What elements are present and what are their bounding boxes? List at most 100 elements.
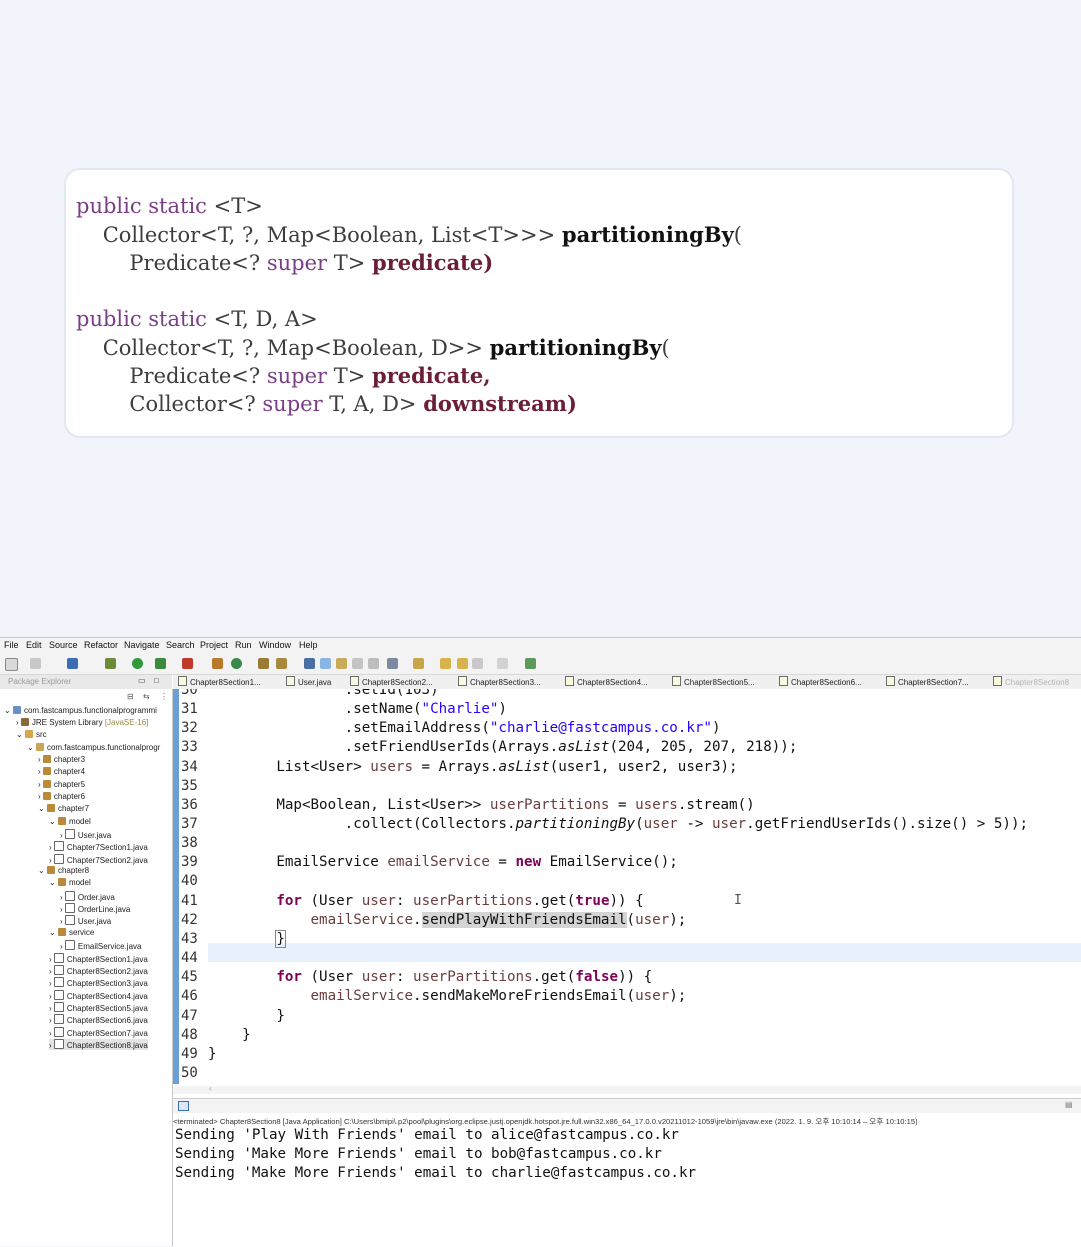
new-class-icon[interactable] bbox=[231, 658, 242, 669]
return-type: Collector<T, ?, Map<Boolean, D>> bbox=[76, 336, 490, 360]
tab-chapter8section3[interactable]: Chapter8Section3... bbox=[458, 676, 541, 687]
tab-chapter8section4[interactable]: Chapter8Section4... bbox=[565, 676, 648, 687]
tree-emailservice[interactable]: › EmailService.java bbox=[60, 940, 141, 951]
tree-chapter7[interactable]: ⌄ chapter7 bbox=[38, 804, 89, 813]
code-text: } bbox=[276, 1008, 285, 1024]
terminal-icon[interactable] bbox=[67, 658, 78, 669]
tab-chapter8section7[interactable]: Chapter8Section7... bbox=[886, 676, 969, 687]
view-menu-icon[interactable]: ⋮ bbox=[160, 692, 168, 701]
external-tools-icon[interactable] bbox=[182, 658, 193, 669]
tree-service[interactable]: ⌄ service bbox=[49, 928, 94, 937]
tree-chapter6[interactable]: › chapter6 bbox=[38, 792, 85, 801]
menu-window[interactable]: Window bbox=[259, 640, 291, 650]
menu-search[interactable]: Search bbox=[166, 640, 195, 650]
minimize-icon[interactable]: ▭ bbox=[138, 676, 146, 685]
coverage-icon[interactable] bbox=[155, 658, 166, 669]
pilcrow-icon[interactable] bbox=[368, 658, 379, 669]
tree-chapter8section5[interactable]: › Chapter8Section5.java bbox=[49, 1002, 148, 1013]
tree-chapter8section2[interactable]: › Chapter8Section2.java bbox=[49, 965, 148, 976]
tab-chapter8section5[interactable]: Chapter8Section5... bbox=[672, 676, 755, 687]
library-icon bbox=[20, 718, 29, 726]
maximize-icon[interactable]: □ bbox=[154, 676, 159, 685]
menu-edit[interactable]: Edit bbox=[26, 640, 42, 650]
tree-chapter8-user[interactable]: › User.java bbox=[60, 915, 111, 926]
mark-occurrences-icon[interactable] bbox=[320, 658, 331, 669]
tree-src[interactable]: ⌄ src bbox=[16, 730, 47, 739]
prev-annotation-icon[interactable] bbox=[413, 658, 424, 669]
run-icon[interactable] bbox=[132, 658, 143, 669]
tree-root-package[interactable]: ⌄ com.fastcampus.functionalprogr bbox=[27, 743, 160, 752]
tree-project[interactable]: ⌄ com.fastcampus.functionalprogrammi bbox=[4, 706, 157, 715]
tree-chapter8-model[interactable]: ⌄ model bbox=[49, 878, 91, 887]
menu-navigate[interactable]: Navigate bbox=[124, 640, 160, 650]
console-header: ▤ bbox=[173, 1099, 1081, 1113]
tab-user[interactable]: User.java bbox=[286, 676, 331, 687]
whitespace-icon[interactable] bbox=[352, 658, 363, 669]
next-annotation-icon[interactable] bbox=[387, 658, 398, 669]
code-text: .setName( bbox=[208, 701, 422, 717]
line-number: 30 bbox=[181, 689, 198, 698]
tree-chapter8section3[interactable]: › Chapter8Section3.java bbox=[49, 977, 148, 988]
tree-chapter8[interactable]: ⌄ chapter8 bbox=[38, 866, 89, 875]
java-file-icon bbox=[64, 915, 75, 925]
tree-chapter3[interactable]: › chapter3 bbox=[38, 755, 85, 764]
tree-chapter8section1[interactable]: › Chapter8Section1.java bbox=[49, 953, 148, 964]
collapse-all-icon[interactable]: ⊟ bbox=[127, 692, 134, 701]
line-number: 41 bbox=[181, 893, 198, 909]
keyword: new bbox=[515, 854, 542, 870]
tree-chapter8section4[interactable]: › Chapter8Section4.java bbox=[49, 990, 148, 1001]
tree-chapter8section6[interactable]: › Chapter8Section6.java bbox=[49, 1014, 148, 1025]
menu-source[interactable]: Source bbox=[49, 640, 78, 650]
menu-help[interactable]: Help bbox=[299, 640, 318, 650]
scroll-left-icon[interactable]: ‹ bbox=[209, 1084, 212, 1093]
horizontal-scrollbar[interactable]: ‹ bbox=[173, 1084, 1081, 1094]
nav-back-icon[interactable] bbox=[472, 658, 483, 669]
code-text: } bbox=[208, 1046, 217, 1062]
tree-orderline[interactable]: › OrderLine.java bbox=[60, 903, 130, 914]
code-editor[interactable]: 30 31 32 33 34 35 36 37 38 39 40 41 42 4… bbox=[173, 689, 1081, 1089]
new-icon[interactable] bbox=[5, 658, 18, 671]
tree-chapter7section1[interactable]: › Chapter7Section1.java bbox=[49, 841, 148, 852]
debug-icon[interactable] bbox=[105, 658, 116, 669]
tree-label: Chapter8Section6.java bbox=[66, 1016, 148, 1025]
menu-refactor[interactable]: Refactor bbox=[84, 640, 118, 650]
code-text: EmailService bbox=[208, 854, 388, 870]
new-package-icon[interactable] bbox=[212, 658, 223, 669]
tab-chapter8section8[interactable]: Chapter8Section8 bbox=[993, 676, 1069, 687]
tree-chapter8section7[interactable]: › Chapter8Section7.java bbox=[49, 1027, 148, 1038]
code-line-32: .setEmailAddress("charlie@fastcampus.co.… bbox=[208, 720, 721, 736]
menu-run[interactable]: Run bbox=[235, 640, 252, 650]
console-status-line: <terminated> Chapter8Section8 [Java Appl… bbox=[173, 1117, 918, 1126]
link-editor-icon[interactable]: ⇆ bbox=[143, 692, 150, 701]
open-type-icon[interactable] bbox=[258, 658, 269, 669]
line-number: 34 bbox=[181, 759, 198, 775]
package-explorer-title[interactable]: Package Explorer bbox=[8, 677, 71, 686]
tree-chapter7section2[interactable]: › Chapter7Section2.java bbox=[49, 854, 148, 865]
back-icon[interactable] bbox=[440, 658, 451, 669]
menu-project[interactable]: Project bbox=[200, 640, 228, 650]
toggle-block-icon[interactable] bbox=[336, 658, 347, 669]
tree-chapter5[interactable]: › chapter5 bbox=[38, 780, 85, 789]
line-number: 45 bbox=[181, 969, 198, 985]
console-icon[interactable] bbox=[178, 1101, 189, 1111]
tree-order[interactable]: › Order.java bbox=[60, 891, 115, 902]
tree-chapter4[interactable]: › chapter4 bbox=[38, 767, 85, 776]
search-icon[interactable] bbox=[276, 658, 287, 669]
tree-chapter7-user[interactable]: › User.java bbox=[60, 829, 111, 840]
save-icon[interactable] bbox=[30, 658, 41, 669]
tree-jre[interactable]: › JRE System Library [JavaSE-16] bbox=[16, 718, 148, 727]
tree-chapter8section8[interactable]: › Chapter8Section8.java bbox=[49, 1039, 148, 1050]
java-file-icon bbox=[458, 676, 467, 686]
local-variable: users bbox=[370, 759, 414, 775]
console-menu-icon[interactable]: ▤ bbox=[1065, 1100, 1073, 1109]
open-perspective-icon[interactable] bbox=[525, 658, 536, 669]
forward-icon[interactable] bbox=[457, 658, 468, 669]
tab-chapter8section2[interactable]: Chapter8Section2... bbox=[350, 676, 433, 687]
tree-chapter7-model[interactable]: ⌄ model bbox=[49, 817, 91, 826]
pin-icon[interactable] bbox=[304, 658, 315, 669]
tab-chapter8section1[interactable]: Chapter8Section1... bbox=[178, 676, 261, 687]
tab-chapter8section6[interactable]: Chapter8Section6... bbox=[779, 676, 862, 687]
nav-forward-icon[interactable] bbox=[497, 658, 508, 669]
keyword: false bbox=[575, 969, 619, 985]
menu-file[interactable]: File bbox=[4, 640, 19, 650]
